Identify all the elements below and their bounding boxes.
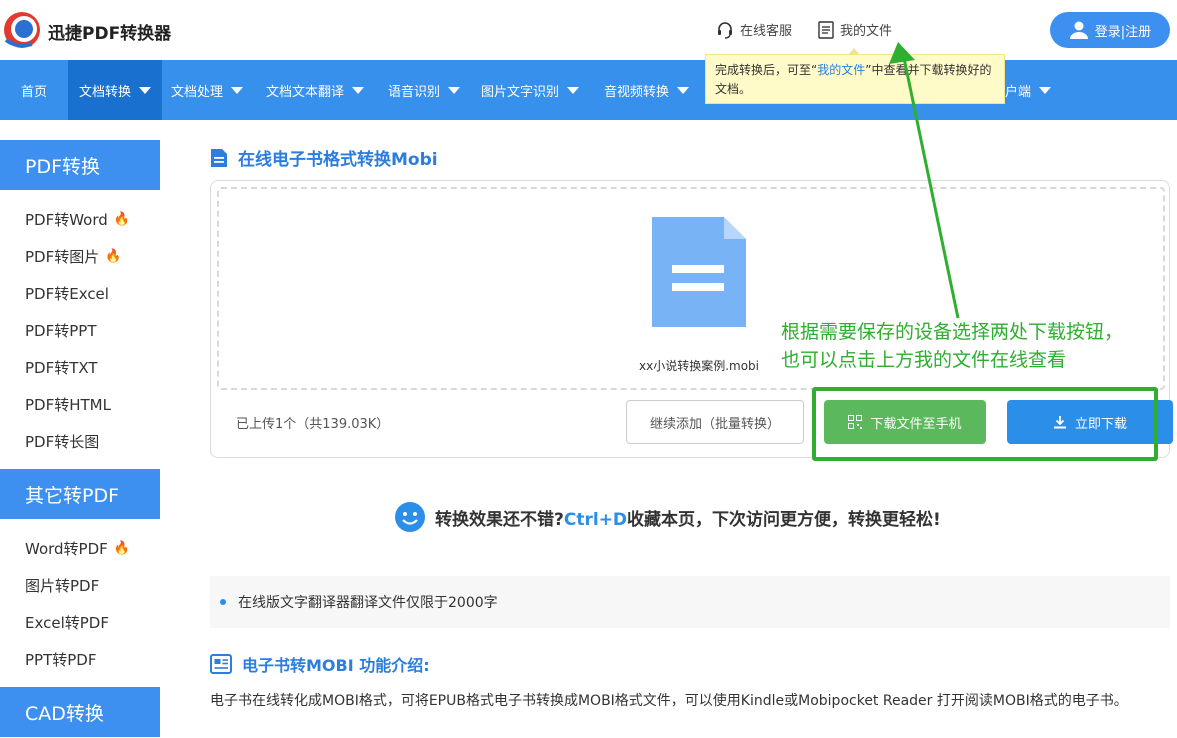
bookmark-promo: 转换效果还不错?Ctrl+D收藏本页，下次访问更方便，转换更轻松!	[395, 502, 941, 532]
nav-home-label: 首页	[20, 84, 47, 100]
login-register-button[interactable]: 登录|注册	[1050, 12, 1170, 48]
caret-down-icon	[448, 86, 461, 94]
upload-info: 已上传1个（共139.03K）	[236, 417, 390, 432]
sidebar-item-label: 图片转PDF	[25, 577, 100, 595]
nav-home[interactable]: 首页	[0, 60, 68, 120]
brand-name[interactable]: 迅捷PDF转换器	[48, 19, 171, 44]
my-files-tooltip: 完成转换后，可至“我的文件”中查看并下载转换好的文档。	[705, 54, 1005, 104]
sidebar-item-label: PDF转长图	[25, 433, 100, 451]
sidebar-item-label: Word转PDF	[25, 540, 108, 558]
tooltip-text-1: 完成转换后，可至“	[715, 63, 818, 77]
sidebar-item-label: PDF转PPT	[25, 322, 97, 340]
promo-text-1: 转换效果还不错?	[435, 509, 564, 530]
bullet-icon	[220, 599, 226, 605]
page-title: 在线电子书格式转换Mobi	[210, 145, 438, 170]
sidebar-item-pdf-excel[interactable]: PDF转Excel	[25, 283, 109, 304]
nav-doc-convert-label: 文档转换	[78, 84, 131, 100]
smile-icon	[395, 502, 425, 532]
tooltip-highlight[interactable]: 我的文件	[817, 63, 865, 77]
nav-speech[interactable]: 语音识别	[388, 60, 461, 120]
page-title-text: 在线电子书格式转换Mobi	[238, 150, 438, 170]
sidebar-item-pdf-ppt[interactable]: PDF转PPT	[25, 320, 96, 341]
nav-doc-process-label: 文档处理	[171, 84, 224, 100]
promo-text-2: 收藏本页，下次访问更方便，转换更轻松!	[627, 509, 941, 530]
limit-note-text: 在线版文字翻译器翻译文件仅限于2000字	[238, 595, 498, 611]
sidebar-group-pdf-convert[interactable]: PDF转换	[0, 140, 160, 190]
my-files-label: 我的文件	[840, 24, 893, 39]
sidebar-group-other-to-pdf[interactable]: 其它转PDF	[0, 469, 160, 519]
brand-logo-icon[interactable]	[2, 10, 42, 50]
nav-ocr[interactable]: 图片文字识别	[481, 60, 580, 120]
annotation-text: 根据需要保存的设备选择两处下载按钮，也可以点击上方我的文件在线查看	[781, 321, 1124, 371]
sidebar-item-pdf-long-image[interactable]: PDF转长图	[25, 431, 99, 452]
sidebar-item-pdf-image[interactable]: PDF转图片 🔥	[25, 246, 121, 267]
caret-down-icon	[567, 86, 580, 94]
sidebar-item-pdf-html[interactable]: PDF转HTML	[25, 394, 111, 415]
nav-speech-label: 语音识别	[388, 84, 441, 100]
headset-icon	[718, 21, 732, 39]
sidebar-item-pdf-txt[interactable]: PDF转TXT	[25, 357, 98, 378]
login-register-label: 登录|注册	[1094, 24, 1152, 40]
sidebar-item-label: PDF转图片	[25, 248, 100, 266]
user-icon	[1069, 21, 1088, 39]
online-service-link[interactable]: 在线客服	[716, 20, 792, 39]
nav-client-label: 户端	[1005, 84, 1032, 100]
sidebar-item-image-pdf[interactable]: 图片转PDF	[25, 575, 99, 596]
sidebar-group-title: PDF转换	[25, 155, 101, 178]
nav-client[interactable]: 户端	[1005, 60, 1052, 120]
nav-doc-convert[interactable]: 文档转换	[68, 60, 162, 120]
sidebar-item-ppt-pdf[interactable]: PPT转PDF	[25, 649, 96, 670]
sidebar-item-label: PDF转Excel	[25, 285, 109, 303]
news-icon	[210, 654, 232, 674]
header: 迅捷PDF转换器 在线客服 我的文件 登录|注册	[0, 0, 1177, 60]
sidebar-item-excel-pdf[interactable]: Excel转PDF	[25, 612, 109, 633]
sidebar-item-label: Excel转PDF	[25, 614, 109, 632]
sidebar-group-title: CAD转换	[25, 702, 104, 725]
annotation-highlight-box	[812, 387, 1158, 461]
sidebar-group-cad-convert[interactable]: CAD转换	[0, 687, 160, 737]
caret-down-icon	[1039, 86, 1052, 94]
sidebar-item-word-pdf[interactable]: Word转PDF 🔥	[25, 538, 130, 559]
sidebar-group-title: 其它转PDF	[25, 484, 120, 507]
caret-down-icon	[139, 86, 151, 94]
uploaded-file-name: xx小说转换案例.mobi	[639, 359, 760, 373]
limit-note: 在线版文字翻译器翻译文件仅限于2000字	[210, 576, 1170, 628]
intro-paragraph: 电子书在线转化成MOBI格式，可将EPUB格式电子书转换成MOBI格式文件，可以…	[210, 693, 1128, 709]
nav-doc-translate-label: 文档文本翻译	[266, 84, 345, 100]
fire-icon: 🔥	[113, 541, 130, 556]
fire-icon: 🔥	[105, 249, 122, 264]
document-icon	[818, 20, 834, 39]
nav-ocr-label: 图片文字识别	[481, 84, 560, 100]
file-icon	[652, 217, 746, 327]
sidebar-item-label: PPT转PDF	[25, 651, 97, 669]
promo-shortcut: Ctrl+D	[563, 509, 628, 530]
sidebar-item-label: PDF转Word	[25, 211, 108, 229]
document-icon	[211, 148, 227, 167]
sidebar-item-pdf-word[interactable]: PDF转Word 🔥	[25, 209, 130, 230]
caret-down-icon	[352, 86, 365, 94]
add-more-files-button[interactable]: 继续添加（批量转换）	[626, 400, 804, 444]
sidebar-item-label: PDF转HTML	[25, 396, 111, 414]
fire-icon: 🔥	[113, 212, 130, 227]
nav-doc-process[interactable]: 文档处理	[171, 60, 244, 120]
nav-doc-translate[interactable]: 文档文本翻译	[266, 60, 365, 120]
sidebar-item-label: PDF转TXT	[25, 359, 98, 377]
caret-down-icon	[677, 86, 690, 94]
caret-down-icon	[231, 86, 244, 94]
intro-title-text: 电子书转MOBI 功能介绍:	[242, 656, 430, 675]
nav-av-convert-label: 音视频转换	[604, 84, 670, 100]
nav-av-convert[interactable]: 音视频转换	[604, 60, 690, 120]
online-service-label: 在线客服	[740, 24, 793, 39]
my-files-link[interactable]: 我的文件	[818, 20, 892, 39]
intro-title: 电子书转MOBI 功能介绍:	[210, 652, 430, 676]
